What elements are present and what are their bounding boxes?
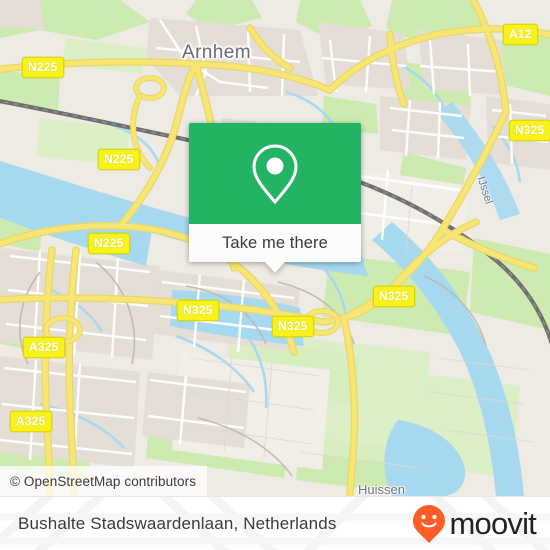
osm-attribution[interactable]: © OpenStreetMap contributors: [0, 466, 208, 496]
road-shield-n325-w: N325: [177, 300, 219, 321]
popup-footer[interactable]: Take me there: [189, 224, 361, 273]
road-shield-a325-mid: A325: [23, 337, 65, 358]
bottom-info-bar: Bushalte Stadswaardenlaan, Netherlands m…: [0, 496, 550, 550]
road-shield-a325-south: A325: [10, 411, 52, 432]
place-name-label: Bushalte Stadswaardenlaan, Netherlands: [18, 514, 337, 533]
moovit-wordmark: moovit: [449, 505, 536, 541]
road-shield-n225-nw: N225: [22, 57, 64, 78]
road-shield-a12: A12: [503, 24, 538, 45]
osm-attribution-text: © OpenStreetMap contributors: [10, 473, 197, 489]
take-me-there-label: Take me there: [222, 233, 328, 252]
moovit-map-screenshot: Arnhem Huissen IJssel N225 A12 N325 N225…: [0, 0, 550, 550]
location-popup-card[interactable]: Take me there: [189, 123, 361, 273]
road-shield-n325-ne: N325: [509, 120, 550, 141]
moovit-pin-smiley-icon: [413, 505, 446, 543]
popup-tail: [264, 261, 286, 273]
moovit-brand: moovit: [412, 497, 537, 550]
road-shield-n225-w2: N225: [88, 233, 130, 254]
popup-header: [189, 123, 361, 224]
road-shield-n325-e: N325: [373, 286, 415, 307]
map-pin-icon: [252, 143, 298, 204]
road-shield-n225-w1: N225: [98, 149, 140, 170]
road-shield-n325-c: N325: [272, 316, 314, 337]
